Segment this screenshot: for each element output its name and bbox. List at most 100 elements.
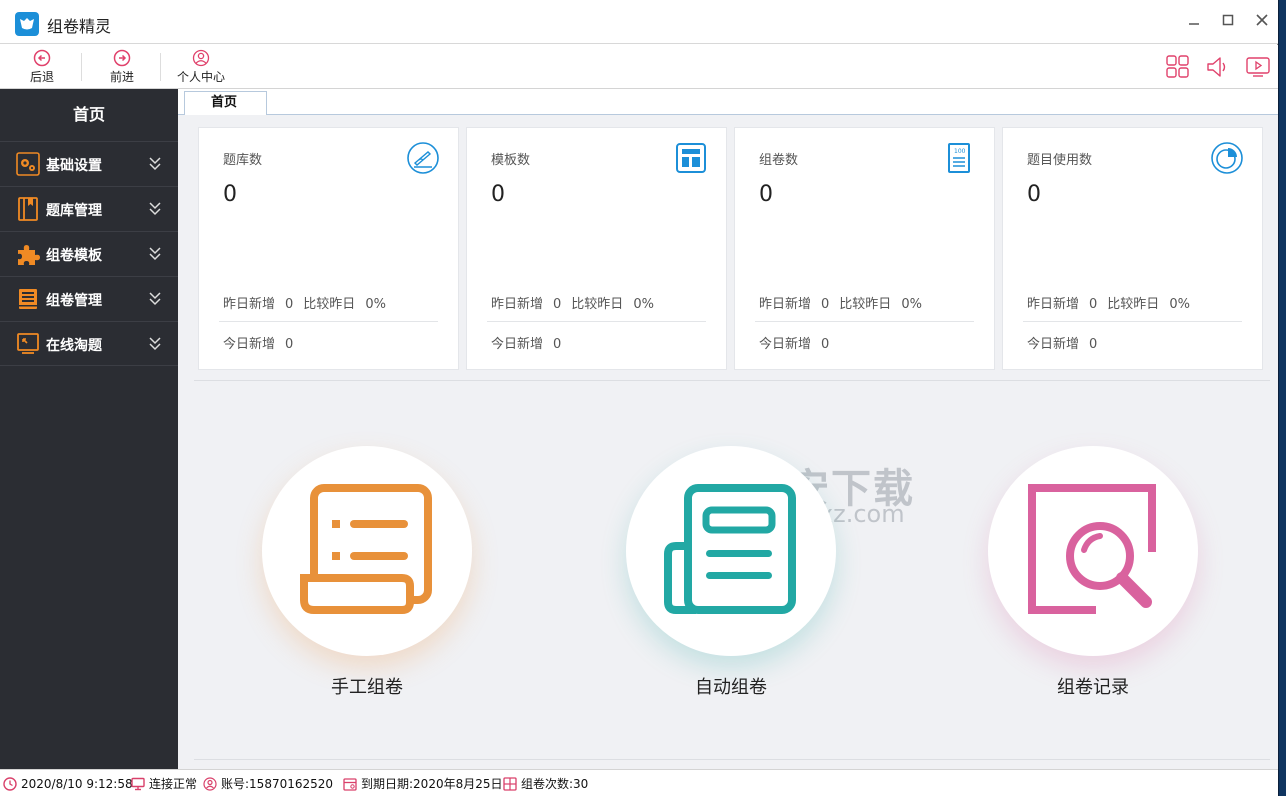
forward-label: 前进 [109,70,134,84]
compose-history-label: 组卷记录 [1057,677,1129,698]
status-account: 账号:15870162520 [203,775,333,792]
stat-card-templates: 模板数 0 昨日新增 0 比较昨日 0% 今日新增 0 [466,127,727,370]
video-screen-icon[interactable] [1245,55,1271,79]
back-button[interactable]: 后退 [22,49,62,87]
puzzle-icon [18,245,40,265]
monitor-icon [17,333,39,354]
compare-value: 0% [901,297,922,312]
app-logo-icon [15,12,39,36]
card-title: 模板数 [491,153,531,168]
close-button[interactable] [1252,12,1272,32]
main-content: 首页 题库数 0 昨日新增 0 比较昨日 0% 今日新增 0 模板数 0 昨日新增 0 比较… [178,89,1278,769]
pen-circle-icon [407,142,439,174]
back-arrow-icon [33,49,51,67]
compare-value: 0% [633,297,654,312]
profile-label: 个人中心 [176,70,225,84]
card-title: 题目使用数 [1027,153,1093,168]
card-divider [755,321,974,322]
count-text: 组卷次数:30 [521,777,589,791]
sidebar-home[interactable]: 首页 [0,89,178,141]
sidebar: 首页 基础设置 题库管理 组卷模板 组卷管理 在线淘题 [0,89,178,769]
sidebar-item-paper-management[interactable]: 组卷管理 [0,276,178,321]
yesterday-value: 0 [285,297,294,312]
card-today-row: 今日新增 0 [1027,333,1107,352]
app-title: 组卷精灵 [47,17,112,36]
yesterday-label: 昨日新增 [759,297,812,312]
status-count: 组卷次数:30 [503,775,588,792]
toolbar-divider [81,53,82,81]
card-title: 题库数 [223,153,263,168]
compare-value: 0% [1169,297,1190,312]
user-icon [192,49,210,67]
status-datetime: 2020/8/10 9:12:58 [3,775,133,792]
auto-compose-button[interactable] [626,446,836,656]
user-icon [203,776,217,791]
today-value: 0 [285,337,294,352]
compare-label: 比较昨日 [1107,297,1160,312]
card-yesterday-row: 昨日新增 0 比较昨日 0% [223,293,396,312]
card-yesterday-row: 昨日新增 0 比较昨日 0% [491,293,664,312]
today-label: 今日新增 [759,337,812,352]
card-value: 0 [1027,182,1041,207]
compose-history-button[interactable] [988,446,1198,656]
chevron-double-down-icon [149,157,161,171]
forward-arrow-icon [113,49,131,67]
sidebar-item-label: 组卷模板 [46,248,102,264]
stat-card-papers: 组卷数 100 0 昨日新增 0 比较昨日 0% 今日新增 0 [734,127,995,370]
sidebar-item-templates[interactable]: 组卷模板 [0,231,178,276]
back-label: 后退 [29,70,54,84]
app-window: 组卷精灵 后退 前进 个人中心 首页 基础设置 题库管理 组卷模板 组卷管理 在… [0,0,1278,796]
maximize-button[interactable] [1218,12,1238,32]
pie-chart-icon [1211,142,1243,174]
svg-text:100: 100 [954,148,966,155]
sidebar-item-question-bank[interactable]: 题库管理 [0,186,178,231]
sidebar-item-basic-settings[interactable]: 基础设置 [0,141,178,186]
card-yesterday-row: 昨日新增 0 比较昨日 0% [759,293,932,312]
card-yesterday-row: 昨日新增 0 比较昨日 0% [1027,293,1200,312]
today-label: 今日新增 [1027,337,1080,352]
status-expiry: 到期日期:2020年8月25日 [343,775,503,792]
today-value: 0 [821,337,830,352]
card-today-row: 今日新增 0 [759,333,839,352]
yesterday-label: 昨日新增 [223,297,276,312]
yesterday-value: 0 [821,297,830,312]
connection-text: 连接正常 [149,777,198,791]
today-label: 今日新增 [491,337,544,352]
grid-apps-icon[interactable] [1165,55,1191,79]
sidebar-item-label: 题库管理 [46,203,102,219]
expiry-text: 到期日期:2020年8月25日 [361,777,503,791]
auto-compose-label: 自动组卷 [695,677,767,698]
card-title: 组卷数 [759,153,799,168]
tab-home[interactable]: 首页 [184,91,267,115]
card-divider [487,321,706,322]
toolbar: 后退 前进 个人中心 [0,45,1278,89]
card-value: 0 [223,182,237,207]
minimize-button[interactable] [1184,12,1204,32]
compare-label: 比较昨日 [839,297,892,312]
compare-value: 0% [365,297,386,312]
yesterday-label: 昨日新增 [491,297,544,312]
ledger-icon [19,289,37,309]
monitor-icon [131,777,145,790]
forward-button[interactable]: 前进 [102,49,142,87]
card-today-row: 今日新增 0 [223,333,303,352]
profile-button[interactable]: 个人中心 [174,49,228,87]
chevron-double-down-icon [149,247,161,261]
card-value: 0 [759,182,773,207]
bottom-divider [194,759,1270,760]
tab-bar: 首页 [178,89,1278,115]
status-connection: 连接正常 [131,775,197,792]
compare-label: 比较昨日 [303,297,356,312]
speaker-icon[interactable] [1205,55,1231,79]
card-value: 0 [491,182,505,207]
stat-card-question-bank: 题库数 0 昨日新增 0 比较昨日 0% 今日新增 0 [198,127,459,370]
chevron-double-down-icon [149,202,161,216]
compare-label: 比较昨日 [571,297,624,312]
datetime-text: 2020/8/10 9:12:58 [21,776,133,791]
stat-card-question-usage: 题目使用数 0 昨日新增 0 比较昨日 0% 今日新增 0 [1002,127,1263,370]
yesterday-value: 0 [553,297,562,312]
manual-compose-button[interactable] [262,446,472,656]
grid-table-icon [503,776,517,791]
sidebar-item-online-questions[interactable]: 在线淘题 [0,321,178,366]
today-value: 0 [1089,337,1098,352]
